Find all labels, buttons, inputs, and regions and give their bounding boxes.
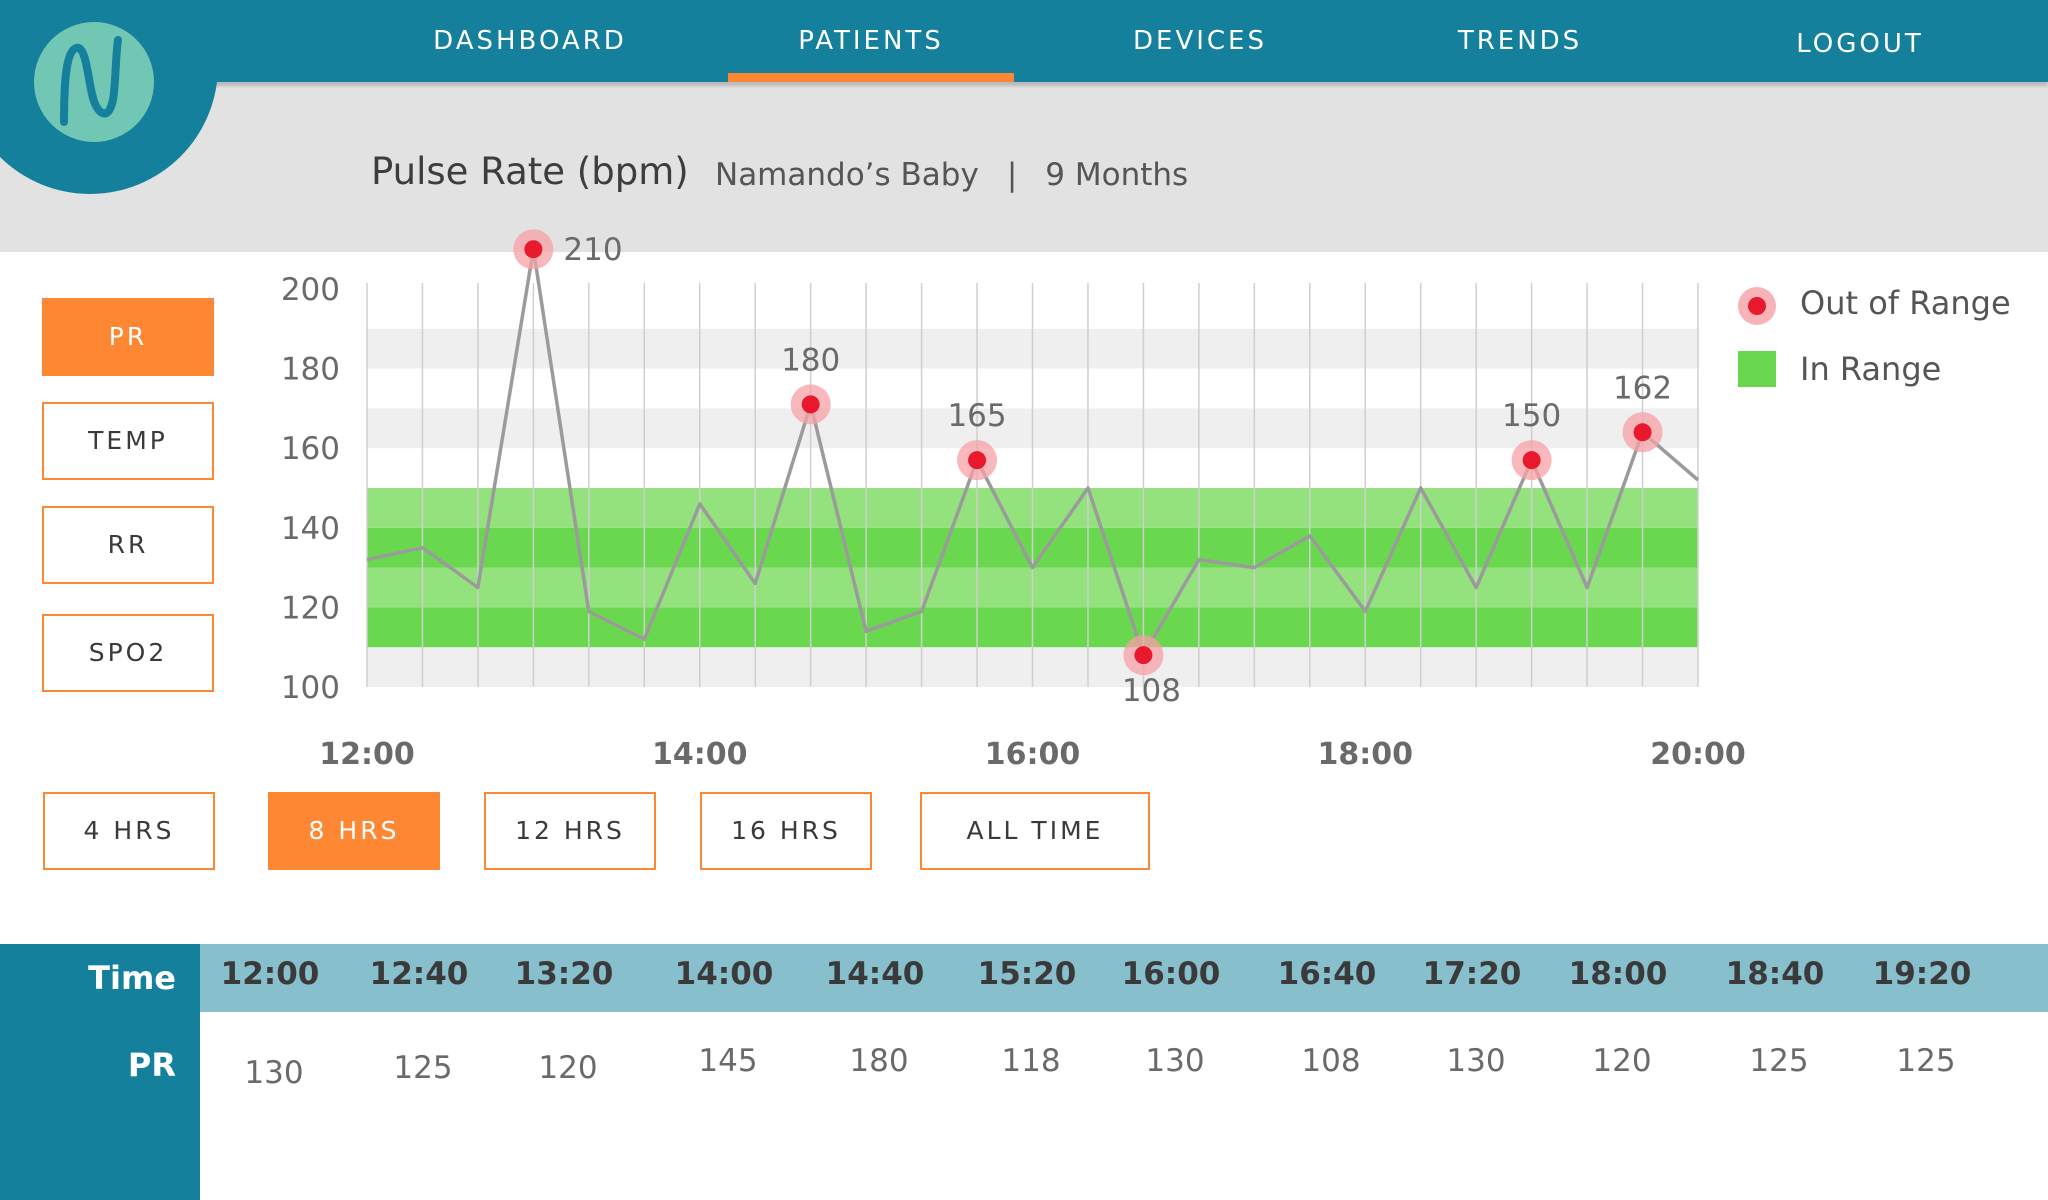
range-button-4hrs[interactable]: 4 HRS (43, 792, 215, 870)
nav-dashboard-label: DASHBOARD (433, 26, 627, 56)
out-of-range-label: 210 (563, 232, 622, 268)
table-pr-cell: 180 (849, 1043, 909, 1079)
table-time-cell: 13:20 (514, 956, 614, 992)
range-button-16hrs[interactable]: 16 HRS (700, 792, 872, 870)
pulse-rate-chart: 200 180 160 140 120 100 12:00 14:00 16:00 18:00 20… (281, 229, 2011, 772)
table-pr-cell: 130 (1145, 1043, 1205, 1079)
range-12hrs-label: 12 HRS (515, 816, 625, 845)
table-pr-cell: 120 (538, 1050, 598, 1086)
nav-trends-label: TRENDS (1457, 26, 1583, 56)
table-time-cell: 18:40 (1725, 956, 1825, 992)
table-pr-cell: 118 (1001, 1043, 1061, 1079)
x-tick-label: 16:00 (985, 737, 1081, 772)
table-time-cell: 12:40 (369, 956, 469, 992)
table-time-cell: 14:40 (825, 956, 925, 992)
x-tick-label: 18:00 (1318, 737, 1414, 772)
range-all-time-label: ALL TIME (966, 816, 1104, 845)
table-header-row: 12:00 12:40 13:20 14:00 14:40 15:20 16:00 16:40… (200, 944, 2048, 1012)
table-row-labels: Time PR (0, 944, 200, 1200)
nav-dashboard[interactable]: DASHBOARD (400, 0, 660, 82)
table-pr-cell: 120 (1592, 1043, 1652, 1079)
out-of-range-point (968, 451, 987, 470)
table-pr-cell: 130 (244, 1055, 304, 1091)
table-time-cell: 16:40 (1277, 956, 1377, 992)
table-pr-cell: 130 (1446, 1043, 1506, 1079)
out-of-range-point (1134, 646, 1153, 665)
y-tick-label: 140 (281, 511, 340, 547)
out-of-range-point (1633, 423, 1652, 442)
nav-trends[interactable]: TRENDS (1420, 0, 1620, 82)
time-row-label: Time (88, 959, 176, 997)
table-pr-cell: 125 (1896, 1043, 1956, 1079)
table-time-cell: 19:20 (1872, 956, 1972, 992)
table-time-cell: 14:00 (674, 956, 774, 992)
legend-in-range-swatch (1738, 351, 1776, 387)
nav-patients-label: PATIENTS (798, 26, 944, 56)
out-of-range-label: 165 (947, 398, 1006, 434)
out-of-range-point (801, 395, 820, 414)
x-tick-label: 20:00 (1650, 737, 1746, 772)
x-tick-label: 12:00 (319, 737, 415, 772)
out-of-range-label: 162 (1613, 370, 1672, 406)
range-button-8hrs[interactable]: 8 HRS (268, 792, 440, 870)
y-tick-label: 200 (281, 272, 340, 308)
x-tick-label: 14:00 (652, 737, 748, 772)
y-tick-label: 180 (281, 352, 340, 388)
active-tab-indicator (728, 73, 1014, 82)
top-nav: DASHBOARD PATIENTS DEVICES TRENDS LOGOUT (0, 0, 2048, 82)
out-of-range-label: 150 (1502, 398, 1561, 434)
range-8hrs-label: 8 HRS (308, 816, 400, 845)
y-tick-label: 160 (281, 431, 340, 467)
table-pr-cell: 125 (1749, 1043, 1809, 1079)
wave-n-logo-icon (34, 22, 154, 142)
nav-logout-label: LOGOUT (1796, 29, 1924, 59)
out-of-range-point (1522, 451, 1541, 470)
table-pr-cell: 125 (393, 1050, 453, 1086)
legend-out-of-range-label: Out of Range (1800, 284, 2011, 322)
nav-devices-label: DEVICES (1133, 26, 1267, 56)
out-of-range-label: 180 (781, 342, 840, 378)
table-time-cell: 15:20 (977, 956, 1077, 992)
table-pr-cell: 108 (1301, 1043, 1361, 1079)
nav-devices[interactable]: DEVICES (1090, 0, 1310, 82)
pr-row-label: PR (127, 1046, 176, 1084)
table-time-cell: 12:00 (220, 956, 320, 992)
range-16hrs-label: 16 HRS (731, 816, 841, 845)
range-button-12hrs[interactable]: 12 HRS (484, 792, 656, 870)
nav-logout[interactable]: LOGOUT (1760, 3, 1960, 85)
range-4hrs-label: 4 HRS (83, 816, 175, 845)
table-pr-cell: 145 (698, 1043, 758, 1079)
y-tick-label: 120 (281, 590, 340, 626)
y-tick-label: 100 (281, 670, 340, 706)
nav-patients[interactable]: PATIENTS (728, 0, 1014, 82)
table-time-cell: 16:00 (1121, 956, 1221, 992)
table-time-cell: 18:00 (1568, 956, 1668, 992)
legend-in-range-label: In Range (1800, 350, 1941, 388)
legend-out-of-range-dot (1748, 297, 1766, 315)
out-of-range-label: 108 (1122, 673, 1181, 709)
range-button-all-time[interactable]: ALL TIME (920, 792, 1150, 870)
out-of-range-point (524, 240, 543, 259)
table-time-cell: 17:20 (1422, 956, 1522, 992)
